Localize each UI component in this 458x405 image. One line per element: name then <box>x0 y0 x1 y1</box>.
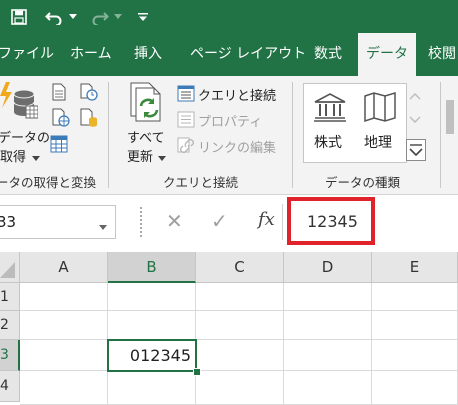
data-types-gallery: 株式 地理 <box>303 83 407 163</box>
grid-cell[interactable] <box>196 283 284 311</box>
group-label-get-transform: ータの取得と変換 <box>0 175 97 190</box>
from-text-icon[interactable] <box>52 83 66 105</box>
row-header-4[interactable]: 4 <box>0 371 20 402</box>
chevron-down-icon[interactable] <box>409 113 421 128</box>
highlight-box <box>287 197 375 245</box>
formula-bar: 33 ✕ ✓ fx 12345 <box>0 195 458 252</box>
ribbon-data: データの 取得 ータの取得と変換 すべて 更新 クエリと接続 プロパティ リンク… <box>0 76 458 195</box>
group-label-data-types: データの種類 <box>325 175 401 190</box>
fx-icon[interactable]: fx <box>258 209 275 230</box>
formula-bar-grip[interactable] <box>140 207 146 237</box>
ribbon-tabs: ファイル ホーム 挿入 ページ レイアウト 数式 データ 校閲 <box>0 33 458 76</box>
group-separator <box>292 82 293 188</box>
group-separator <box>108 82 109 188</box>
active-cell-value: 012345 <box>129 346 191 365</box>
chevron-down-icon[interactable] <box>32 151 40 166</box>
column-header-d[interactable]: D <box>284 252 372 283</box>
grid-cell[interactable] <box>372 371 458 405</box>
undo-dropdown-icon[interactable] <box>68 0 78 33</box>
properties-button[interactable]: プロパティ <box>198 111 262 130</box>
group-separator <box>440 82 441 188</box>
grid-cell[interactable] <box>284 283 372 311</box>
grid-cell[interactable] <box>284 311 372 340</box>
grid-cell[interactable] <box>20 340 108 371</box>
geography-button[interactable]: 地理 <box>364 132 392 152</box>
refresh-all-icon[interactable] <box>128 82 168 130</box>
grid-cell[interactable] <box>372 311 458 340</box>
row-header-2[interactable]: 2 <box>0 311 20 340</box>
properties-icon[interactable] <box>177 111 195 132</box>
tab-data[interactable]: データ <box>358 33 416 76</box>
grid-cell[interactable] <box>372 283 458 311</box>
enter-icon[interactable]: ✓ <box>211 209 228 233</box>
geography-icon[interactable] <box>363 91 397 127</box>
get-data-label-line1[interactable]: データの <box>0 127 50 146</box>
stocks-button[interactable]: 株式 <box>314 132 342 152</box>
queries-connections-button[interactable]: クエリと接続 <box>198 85 276 104</box>
column-header-b[interactable]: B <box>108 252 196 283</box>
save-icon[interactable] <box>8 0 30 33</box>
column-header-a[interactable]: A <box>20 252 108 283</box>
row-header-3[interactable]: 3 <box>0 340 20 371</box>
refresh-all-label-line2[interactable]: 更新 <box>127 146 153 165</box>
from-web-icon[interactable] <box>52 108 70 132</box>
redo-icon[interactable] <box>88 0 112 33</box>
refresh-all-label-line1[interactable]: すべて <box>127 127 165 146</box>
stocks-icon[interactable] <box>313 92 347 126</box>
name-box[interactable]: 33 <box>0 205 116 239</box>
column-header-c[interactable]: C <box>196 252 284 283</box>
tab-review[interactable]: 校閲 <box>428 33 456 76</box>
undo-icon[interactable] <box>42 0 66 33</box>
grid-cell[interactable] <box>108 371 196 405</box>
fill-handle[interactable] <box>193 368 201 376</box>
grid-cell[interactable] <box>372 340 458 371</box>
tab-formulas[interactable]: 数式 <box>314 33 342 76</box>
name-box-value: 33 <box>0 213 17 231</box>
customize-qat-icon[interactable] <box>136 0 150 33</box>
gallery-scroll <box>405 83 426 161</box>
lightning-database-icon <box>0 82 39 126</box>
tab-file[interactable]: ファイル <box>0 33 54 76</box>
grid-cell[interactable] <box>196 340 284 371</box>
from-table-icon[interactable] <box>50 135 68 157</box>
grid-cell[interactable] <box>108 283 196 311</box>
active-cell-b3[interactable]: 012345 <box>107 339 197 372</box>
column-header-e[interactable]: E <box>372 252 458 283</box>
gallery-more-icon[interactable] <box>406 139 426 161</box>
tab-home[interactable]: ホーム <box>70 33 112 76</box>
recent-sources-icon[interactable] <box>80 83 98 105</box>
ribbon-edge-control <box>446 100 454 134</box>
edit-links-icon[interactable] <box>177 137 195 158</box>
chevron-down-icon[interactable] <box>158 151 166 166</box>
get-data-label-line2[interactable]: 取得 <box>0 146 26 165</box>
chevron-up-icon[interactable] <box>409 89 421 104</box>
quick-access-toolbar <box>0 0 458 33</box>
queries-connections-icon[interactable] <box>177 85 195 106</box>
grid-cell[interactable] <box>20 371 108 405</box>
redo-dropdown-icon[interactable] <box>113 0 123 33</box>
grid-cell[interactable] <box>196 371 284 405</box>
chevron-down-icon[interactable] <box>99 220 107 235</box>
cancel-icon[interactable]: ✕ <box>166 209 183 233</box>
existing-connections-icon[interactable] <box>80 108 98 132</box>
grid-cell[interactable] <box>284 371 372 405</box>
grid-cell[interactable] <box>20 283 108 311</box>
grid-cell[interactable] <box>108 311 196 340</box>
worksheet-grid: A B C D E 1 2 3 4 012345 <box>0 252 458 405</box>
grid-cell[interactable] <box>20 311 108 340</box>
grid-cell[interactable] <box>196 311 284 340</box>
grid-cell[interactable] <box>284 340 372 371</box>
group-label-queries-connections: クエリと接続 <box>163 175 239 190</box>
tab-page-layout[interactable]: ページ レイアウト <box>190 33 306 76</box>
edit-links-button[interactable]: リンクの編集 <box>198 137 276 156</box>
row-header-1[interactable]: 1 <box>0 283 20 311</box>
select-all-corner[interactable] <box>0 252 20 283</box>
tab-insert[interactable]: 挿入 <box>134 33 162 76</box>
